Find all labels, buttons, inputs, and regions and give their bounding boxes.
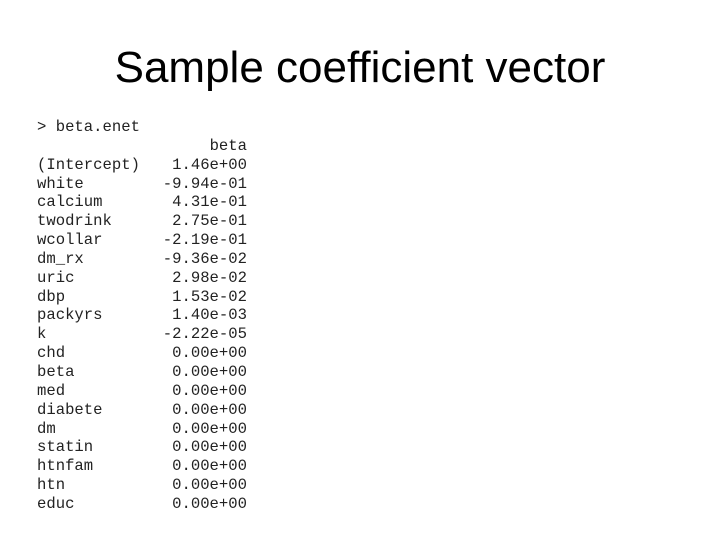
coefficient-value: 0.00e+00 bbox=[172, 381, 247, 400]
coefficient-value: 0.00e+00 bbox=[172, 419, 247, 438]
table-row: diabete 0.00e+00 bbox=[37, 401, 247, 420]
column-header-row: beta bbox=[37, 137, 247, 156]
table-row: packyrs 1.40e-03 bbox=[37, 306, 247, 325]
table-row: chd 0.00e+00 bbox=[37, 344, 247, 363]
table-row: wcollar -2.19e-01 bbox=[37, 231, 247, 250]
coefficient-value: 1.46e+00 bbox=[172, 155, 247, 174]
coefficient-name: diabete bbox=[37, 400, 103, 419]
console-command: > beta.enet bbox=[37, 118, 140, 136]
coefficient-name: wcollar bbox=[37, 231, 103, 250]
coefficient-name: statin bbox=[37, 438, 94, 457]
coefficient-name: dm bbox=[37, 419, 56, 438]
coefficient-value: 0.00e+00 bbox=[172, 476, 247, 495]
table-row: statin 0.00e+00 bbox=[37, 438, 247, 457]
column-header: beta bbox=[209, 136, 247, 155]
coefficient-name: packyrs bbox=[37, 306, 103, 325]
coefficient-name: med bbox=[37, 381, 66, 400]
table-row: educ 0.00e+00 bbox=[37, 495, 247, 514]
coefficient-value: 4.31e-01 bbox=[172, 193, 247, 212]
coefficient-value: 0.00e+00 bbox=[172, 494, 247, 513]
coefficient-value: 0.00e+00 bbox=[172, 344, 247, 363]
coefficient-name: dbp bbox=[37, 287, 66, 306]
coefficient-name: k bbox=[37, 325, 47, 344]
table-row: white -9.94e-01 bbox=[37, 175, 247, 194]
coefficient-name: educ bbox=[37, 494, 75, 513]
coefficient-value: 0.00e+00 bbox=[172, 457, 247, 476]
coefficient-value: 1.53e-02 bbox=[172, 287, 247, 306]
coefficient-name: calcium bbox=[37, 193, 103, 212]
table-row: beta 0.00e+00 bbox=[37, 363, 247, 382]
coefficient-name: (Intercept) bbox=[37, 155, 140, 174]
coefficient-name: twodrink bbox=[37, 212, 112, 231]
coefficient-name: htn bbox=[37, 476, 66, 495]
table-row: uric 2.98e-02 bbox=[37, 269, 247, 288]
table-row: calcium 4.31e-01 bbox=[37, 193, 247, 212]
coefficient-value: 2.98e-02 bbox=[172, 268, 247, 287]
coefficient-value: 0.00e+00 bbox=[172, 438, 247, 457]
coefficient-name: uric bbox=[37, 268, 75, 287]
table-row: dbp 1.53e-02 bbox=[37, 288, 247, 307]
coefficient-value: -2.19e-01 bbox=[162, 231, 247, 250]
coefficient-name: chd bbox=[37, 344, 66, 363]
coefficient-value: -9.94e-01 bbox=[162, 174, 247, 193]
table-row: twodrink 2.75e-01 bbox=[37, 212, 247, 231]
console-output: > beta.enet beta (Intercept) 1.46e+00 whit… bbox=[37, 118, 247, 514]
coefficient-value: -9.36e-02 bbox=[162, 249, 247, 268]
coefficient-name: htnfam bbox=[37, 457, 94, 476]
table-row: med 0.00e+00 bbox=[37, 382, 247, 401]
coefficient-value: 2.75e-01 bbox=[172, 212, 247, 231]
coefficient-value: -2.22e-05 bbox=[162, 325, 247, 344]
coefficient-name: white bbox=[37, 174, 84, 193]
coefficient-table: (Intercept) 1.46e+00 white -9.94e-01 calcium… bbox=[37, 156, 247, 514]
table-row: htn 0.00e+00 bbox=[37, 476, 247, 495]
coefficient-name: dm_rx bbox=[37, 249, 84, 268]
coefficient-value: 0.00e+00 bbox=[172, 400, 247, 419]
table-row: dm_rx -9.36e-02 bbox=[37, 250, 247, 269]
coefficient-value: 1.40e-03 bbox=[172, 306, 247, 325]
table-row: dm 0.00e+00 bbox=[37, 420, 247, 439]
table-row: (Intercept) 1.46e+00 bbox=[37, 156, 247, 175]
table-row: k -2.22e-05 bbox=[37, 325, 247, 344]
coefficient-value: 0.00e+00 bbox=[172, 362, 247, 381]
coefficient-name: beta bbox=[37, 362, 75, 381]
table-row: htnfam 0.00e+00 bbox=[37, 457, 247, 476]
slide-title: Sample coefficient vector bbox=[114, 43, 606, 92]
